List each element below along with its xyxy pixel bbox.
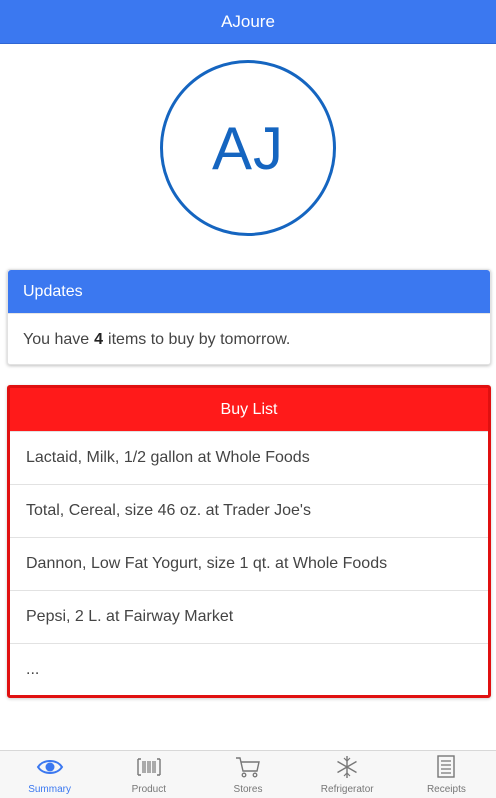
- tab-receipts-label: Receipts: [426, 784, 466, 795]
- tab-refrigerator-label: Refrigerator: [320, 784, 374, 795]
- avatar[interactable]: AJ: [160, 60, 336, 236]
- app-title: AJoure: [221, 11, 275, 31]
- buy-list-item-text: Lactaid, Milk, 1/2 gallon at Whole Foods: [26, 449, 310, 466]
- tab-product[interactable]: Product: [99, 751, 198, 798]
- updates-card: Updates You have 4 items to buy by tomor…: [7, 269, 491, 365]
- buy-list-header: Buy List: [10, 388, 488, 431]
- buy-list-more-text: ...: [26, 661, 40, 678]
- updates-message: You have 4 items to buy by tomorrow.: [8, 313, 490, 365]
- buy-list-card: Buy List Lactaid, Milk, 1/2 gallon at Wh…: [7, 385, 491, 698]
- buy-list-item-text: Pepsi, 2 L. at Fairway Market: [26, 608, 234, 625]
- avatar-section: AJ: [0, 44, 496, 269]
- buy-list-item[interactable]: Total, Cereal, size 46 oz. at Trader Joe…: [10, 484, 488, 537]
- tab-stores-label: Stores: [233, 784, 263, 795]
- tab-receipts[interactable]: Receipts: [397, 751, 496, 798]
- buy-list-item[interactable]: Dannon, Low Fat Yogurt, size 1 qt. at Wh…: [10, 537, 488, 590]
- cart-icon: [236, 757, 260, 778]
- tab-product-label: Product: [131, 784, 167, 795]
- buy-list-more[interactable]: ...: [10, 643, 488, 696]
- updates-message-prefix: You have: [23, 330, 90, 348]
- buy-list: Lactaid, Milk, 1/2 gallon at Whole Foods…: [10, 431, 488, 696]
- buy-list-item-text: Total, Cereal, size 46 oz. at Trader Joe…: [26, 502, 311, 519]
- updates-header: Updates: [8, 270, 490, 313]
- avatar-initials: AJ: [211, 114, 285, 182]
- app-header: AJoure: [0, 0, 496, 44]
- updates-message-suffix: items to buy by tomorrow.: [108, 330, 291, 348]
- buy-list-title: Buy List: [220, 400, 278, 418]
- tab-summary[interactable]: Summary: [0, 751, 99, 798]
- tab-summary-label: Summary: [28, 784, 71, 795]
- updates-title: Updates: [23, 282, 83, 300]
- eye-icon: [36, 760, 63, 774]
- buy-list-item[interactable]: Pepsi, 2 L. at Fairway Market: [10, 590, 488, 643]
- tab-bar: Summary Product Stores Refrigerator Rece…: [0, 750, 496, 798]
- updates-count: 4: [94, 330, 104, 348]
- barcode-icon: [137, 758, 161, 776]
- tab-stores[interactable]: Stores: [198, 751, 297, 798]
- snowflake-icon: [337, 756, 358, 778]
- buy-list-item[interactable]: Lactaid, Milk, 1/2 gallon at Whole Foods: [10, 431, 488, 484]
- tab-refrigerator[interactable]: Refrigerator: [298, 751, 397, 798]
- receipt-icon: [437, 755, 456, 778]
- buy-list-item-text: Dannon, Low Fat Yogurt, size 1 qt. at Wh…: [26, 555, 388, 572]
